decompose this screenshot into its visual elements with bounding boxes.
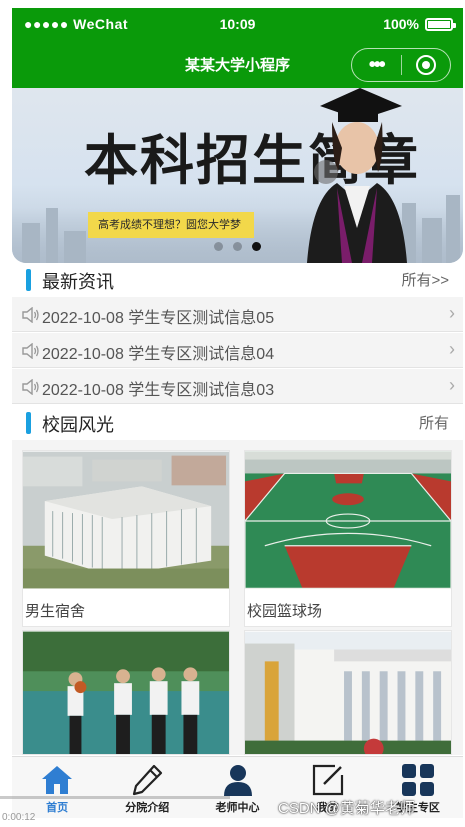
dormitory-image <box>23 451 229 589</box>
chevron-right-icon: › <box>449 303 455 323</box>
news-title: 2022-10-08 学生专区测试信息05 <box>42 310 275 327</box>
section-accent-bar <box>26 412 31 434</box>
building <box>46 208 58 263</box>
speaker-icon <box>22 379 39 395</box>
grid-icon <box>401 764 434 796</box>
carousel-dot[interactable] <box>233 242 242 251</box>
pencil-icon <box>133 764 163 796</box>
graduate-image <box>307 88 407 263</box>
speaker-icon <box>22 343 39 359</box>
video-timecode: 0:00:12 <box>2 812 36 823</box>
close-target-icon <box>415 55 436 75</box>
edit-icon <box>312 764 343 796</box>
news-item[interactable]: 2022-10-08 学生专区测试信息05 › <box>12 297 463 332</box>
tab-label: 老师中心 <box>215 802 260 814</box>
news-title: 2022-10-08 学生专区测试信息03 <box>42 382 275 399</box>
teaching-building-image <box>245 631 451 754</box>
tab-teachers[interactable]: 老师中心 <box>192 757 282 818</box>
campus-section-header: 校园风光 所有 <box>12 406 463 440</box>
card-caption: 男生宿舍 <box>25 603 86 620</box>
status-bar: ●●●●● WeChat 10:09 100% <box>12 8 463 38</box>
banner-carousel[interactable]: 本科招生简章 高考成绩不理想？圆您大学梦 <box>12 88 463 263</box>
campus-more-link[interactable]: 所有 <box>419 412 449 433</box>
watermark: CSDN @黄菊华老师 <box>278 800 415 817</box>
campus-card[interactable]: 校园篮球场 <box>244 450 452 627</box>
battery-icon <box>425 17 456 31</box>
card-caption: 校园篮球场 <box>247 603 323 620</box>
tab-label: 分院介绍 <box>125 802 170 814</box>
section-accent-bar <box>26 269 31 291</box>
tab-colleges[interactable]: 分院介绍 <box>102 757 192 818</box>
video-progress-bar[interactable] <box>0 796 230 799</box>
speaker-icon <box>22 307 39 323</box>
carousel-dot-active[interactable] <box>252 242 261 251</box>
close-button[interactable] <box>401 55 450 75</box>
news-section-header: 最新资讯 所有>> <box>12 263 463 297</box>
campus-card[interactable]: 男生宿舍 <box>22 450 230 627</box>
campus-section-title: 校园风光 <box>42 415 114 435</box>
news-more-link[interactable]: 所有>> <box>401 269 449 290</box>
students-image <box>23 631 229 754</box>
banner-subtitle: 高考成绩不理想？圆您大学梦 <box>88 212 254 238</box>
chevron-right-icon: › <box>449 375 455 395</box>
news-item[interactable]: 2022-10-08 学生专区测试信息03 › <box>12 369 463 404</box>
mini-program-capsule: ••• <box>351 48 451 82</box>
campus-card[interactable] <box>22 630 230 755</box>
news-title: 2022-10-08 学生专区测试信息04 <box>42 346 275 363</box>
top-bar: ●●●●● WeChat 10:09 100% 某某大学小程序 ••• <box>12 8 463 88</box>
building <box>422 218 442 263</box>
campus-card[interactable] <box>244 630 452 755</box>
battery-percent: 100% <box>383 16 419 32</box>
page-margin <box>0 0 12 827</box>
carousel-dots <box>12 242 463 251</box>
chevron-right-icon: › <box>449 339 455 359</box>
news-section-title: 最新资讯 <box>42 272 114 292</box>
home-icon <box>42 766 73 794</box>
tab-home[interactable]: 首页 <box>12 757 102 818</box>
news-item[interactable]: 2022-10-08 学生专区测试信息04 › <box>12 333 463 368</box>
user-icon <box>223 765 252 796</box>
carousel-dot[interactable] <box>214 242 223 251</box>
more-menu-button[interactable]: ••• <box>352 48 401 82</box>
basketball-court-image <box>244 451 452 589</box>
building <box>446 195 460 263</box>
battery-indicator: 100% <box>383 16 456 32</box>
